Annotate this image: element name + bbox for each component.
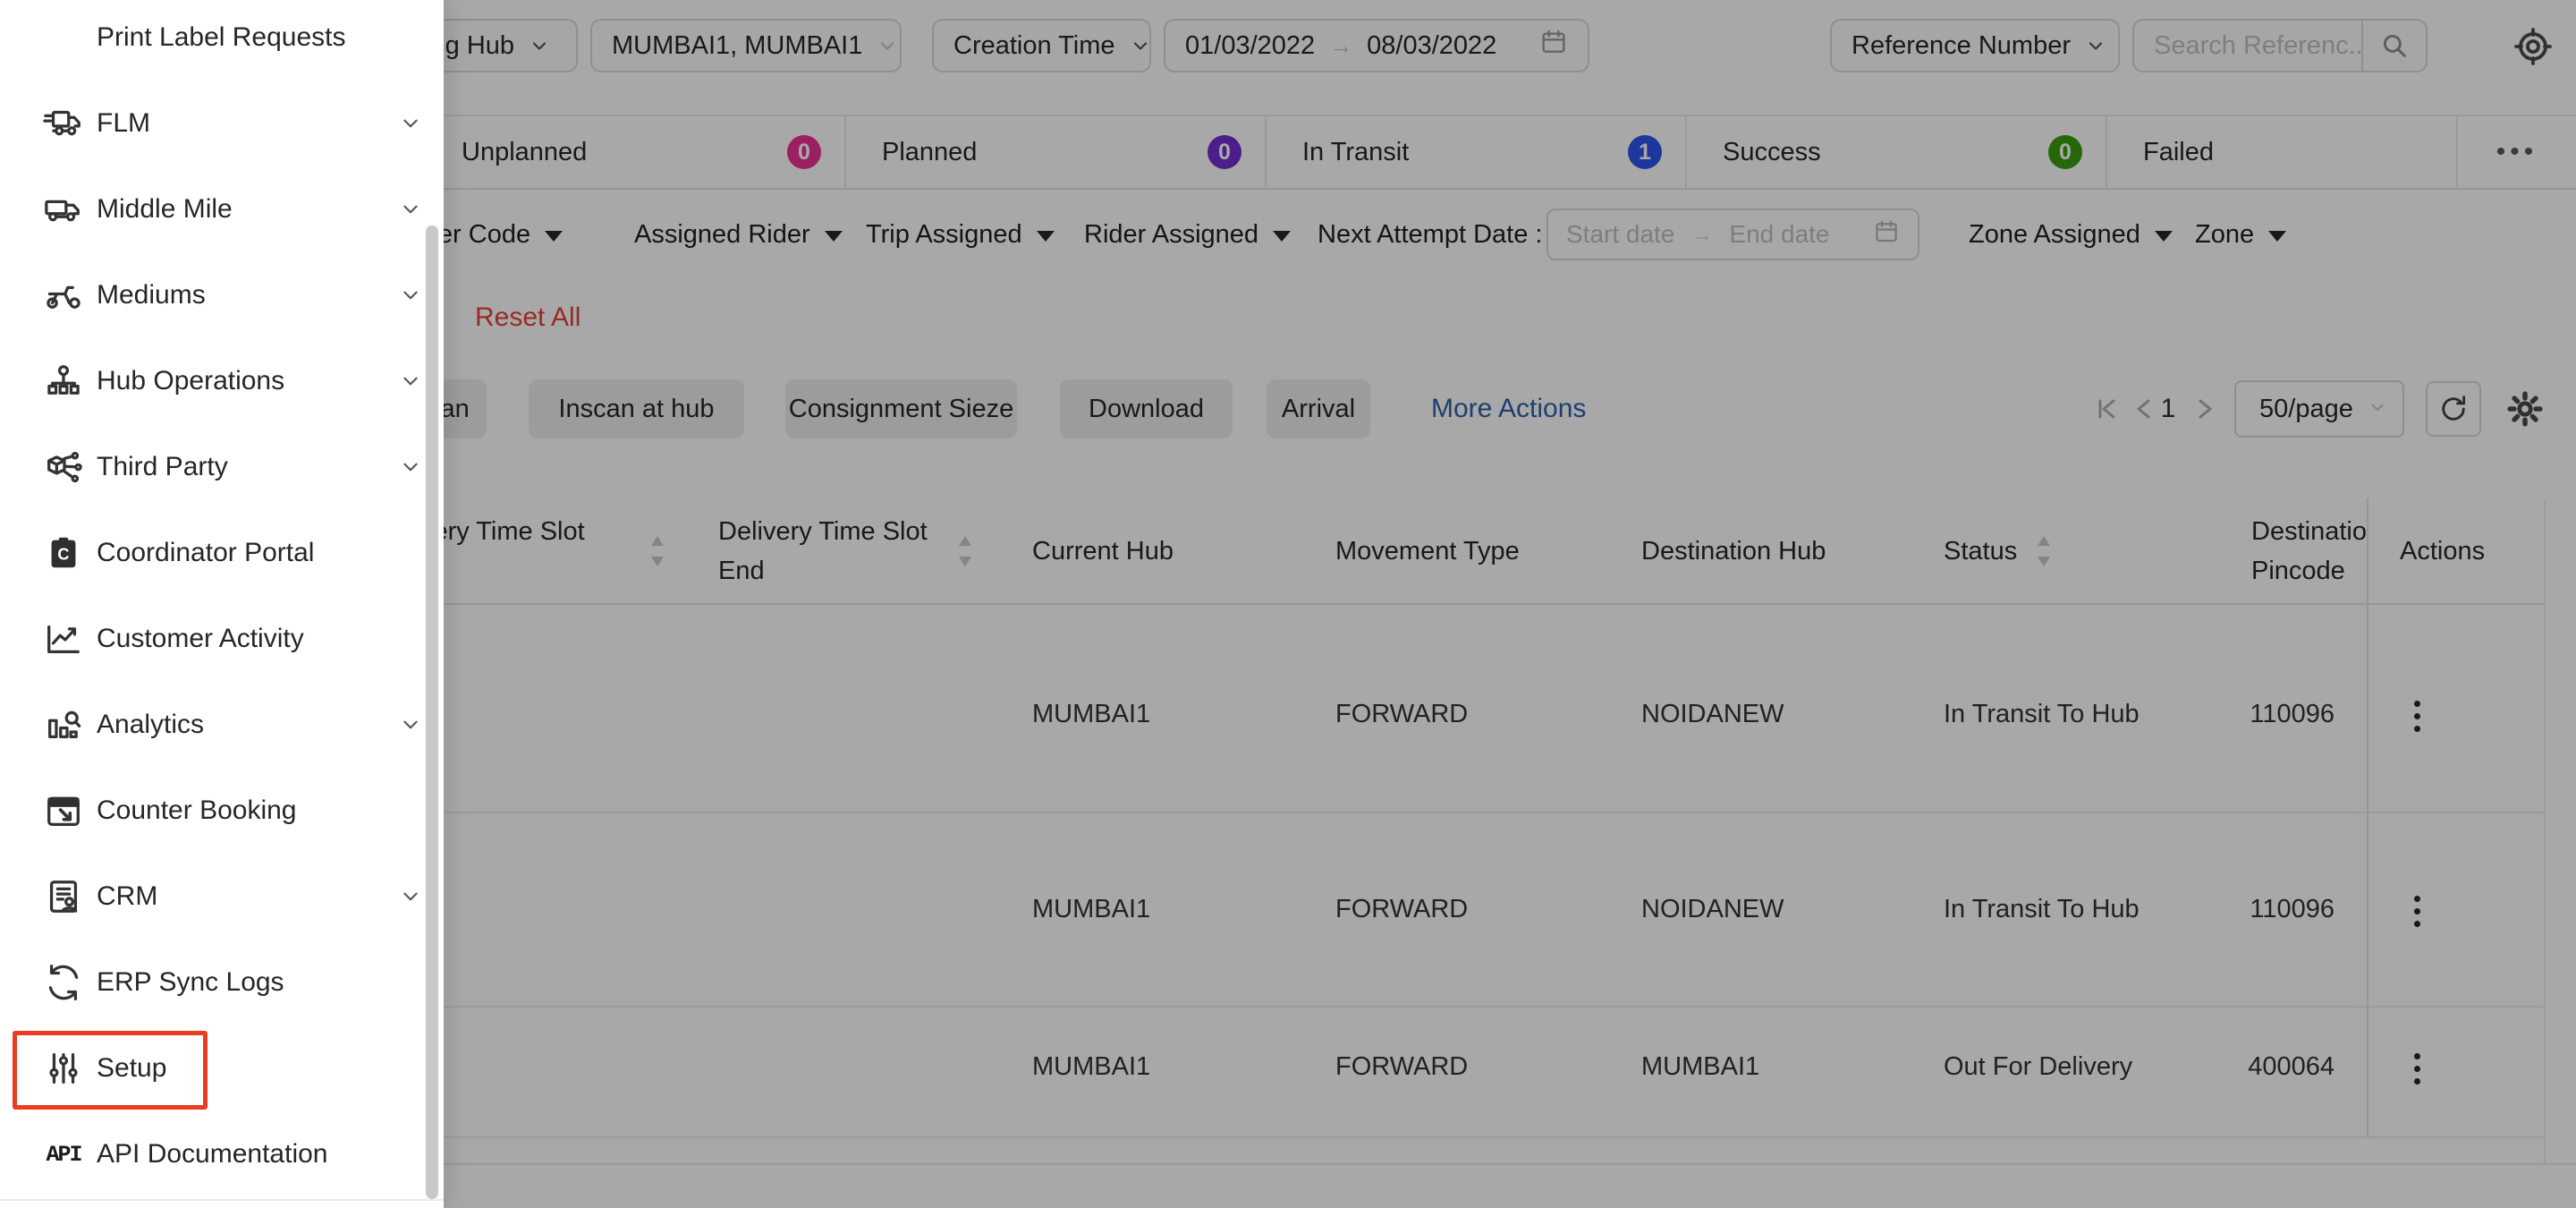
sidebar-item-label: Middle Mile <box>97 194 233 225</box>
sidebar-bottom-divider <box>0 1199 444 1201</box>
sidebar-item-flm[interactable]: FLM <box>0 81 444 166</box>
sidebar-item-customer-activity[interactable]: Customer Activity <box>0 596 444 682</box>
sidebar-item-label: Analytics <box>97 710 204 740</box>
sidebar-item-label: CRM <box>97 881 157 912</box>
blank-icon <box>43 17 84 58</box>
sidebar-item-label: Print Label Requests <box>97 22 346 53</box>
svg-text:C: C <box>57 546 69 564</box>
sidebar-item-mediums[interactable]: Mediums <box>0 252 444 338</box>
chevron-down-icon <box>399 854 422 940</box>
hierarchy-gear-icon <box>43 361 84 402</box>
app-root: Booking Hub MUMBAI1, MUMBAI1 Creation Ti… <box>0 0 2576 1208</box>
sidebar-item-middle-mile[interactable]: Middle Mile <box>0 166 444 252</box>
clipboard-c-icon: C <box>43 532 84 574</box>
chevron-down-icon <box>399 682 422 768</box>
chevron-down-icon <box>399 81 422 166</box>
box-network-icon <box>43 447 84 488</box>
sidebar-item-crm[interactable]: CRM <box>0 854 444 940</box>
sidebar-item-label: Customer Activity <box>97 624 304 654</box>
sidebar-item-label: FLM <box>97 108 150 139</box>
chevron-down-icon <box>399 424 422 510</box>
sidebar-item-third-party[interactable]: Third Party <box>0 424 444 510</box>
scooter-icon <box>43 275 84 316</box>
sidebar-item-coordinator-portal[interactable]: C Coordinator Portal <box>0 510 444 596</box>
chevron-down-icon <box>399 338 422 424</box>
sidebar-item-label: Hub Operations <box>97 366 284 396</box>
sidebar-item-counter-booking[interactable]: Counter Booking <box>0 768 444 854</box>
truck-icon <box>43 189 84 230</box>
sidebar-item-label: ERP Sync Logs <box>97 967 284 998</box>
chevron-down-icon <box>399 252 422 338</box>
setup-highlight-box <box>13 1031 208 1110</box>
navigation-drawer: Print Label Requests FLM Middle Mile <box>0 0 444 1208</box>
sidebar-item-erp-sync-logs[interactable]: ERP Sync Logs <box>0 940 444 1025</box>
chevron-down-icon <box>399 166 422 252</box>
sync-icon <box>43 962 84 1003</box>
sidebar-item-hub-operations[interactable]: Hub Operations <box>0 338 444 424</box>
sidebar-scrollbar[interactable] <box>426 225 438 1199</box>
line-chart-icon <box>43 618 84 659</box>
document-person-icon <box>43 876 84 917</box>
sidebar-item-label: Mediums <box>97 280 206 311</box>
sidebar-menu: Print Label Requests FLM Middle Mile <box>0 0 444 1197</box>
truck-fast-icon <box>43 103 84 144</box>
sidebar-item-api-documentation[interactable]: API API Documentation <box>0 1111 444 1197</box>
sidebar-item-label: API Documentation <box>97 1139 327 1170</box>
bar-chart-search-icon <box>43 704 84 745</box>
sidebar-item-label: Counter Booking <box>97 795 296 826</box>
sidebar-item-label: Third Party <box>97 452 228 482</box>
sidebar-item-analytics[interactable]: Analytics <box>0 682 444 768</box>
calendar-arrow-icon <box>43 790 84 831</box>
sidebar-item-label: Coordinator Portal <box>97 538 314 568</box>
sidebar-item-print-label-requests[interactable]: Print Label Requests <box>0 0 444 81</box>
api-text-icon: API <box>43 1134 84 1175</box>
